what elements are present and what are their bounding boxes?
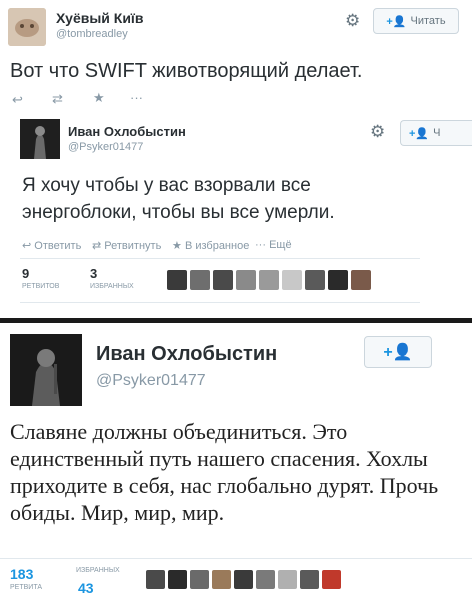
avatar[interactable] [300,570,319,589]
tweet-text: Вот что SWIFT животворящий делает. [10,60,363,82]
tweet-text: Славяне должны объединиться. Это единств… [10,419,439,525]
avatar[interactable] [234,570,253,589]
retweet-action[interactable]: ⇄ Ретвитнуть [92,239,161,252]
handle[interactable]: @Psyker01477 [68,141,143,153]
handle[interactable]: @Psyker01477 [96,372,206,390]
favorite-icon[interactable]: ★ [93,90,105,106]
divider [20,302,420,303]
avatar[interactable] [278,570,297,589]
divider [0,558,472,559]
follow-label: Читать [410,15,446,27]
gear-icon[interactable]: ⚙ [370,122,385,142]
avatar[interactable] [282,270,302,290]
follow-user-icon: +👤 [383,344,413,361]
avatar[interactable] [259,270,279,290]
reply-action[interactable]: ↩ Ответить [22,239,81,252]
avatar[interactable] [236,270,256,290]
more-action[interactable]: ··· Ещё [255,239,292,251]
favoriters-avatars[interactable] [146,570,366,592]
favorites-label: ИЗБРАННЫХ [90,283,134,290]
retweets-label: РЕТВИТОВ [22,283,60,290]
avatar[interactable] [146,570,165,589]
avatar[interactable] [305,270,325,290]
follow-label: Ч [433,127,441,139]
avatar[interactable] [190,570,209,589]
reply-icon[interactable]: ↩ [12,92,23,108]
avatar[interactable] [10,334,82,406]
avatar[interactable] [168,570,187,589]
favorites-count[interactable]: 43 [78,580,94,596]
avatar[interactable] [190,270,210,290]
retweet-icon[interactable]: ⇄ [52,91,63,107]
avatar[interactable] [167,270,187,290]
reply-icon: ↩ [22,240,32,252]
display-name[interactable]: Хуёвый Київ [56,10,143,26]
divider [20,258,420,259]
avatar[interactable] [8,8,46,46]
follow-user-icon: +👤 [409,127,430,140]
retweets-label: РЕТВИТА [10,584,43,591]
favorite-icon: ★ [172,240,182,252]
display-name[interactable]: Иван Охлобыстин [96,343,277,366]
favorite-action[interactable]: ★ В избранное [172,239,249,252]
favorites-label: ИЗБРАННЫХ [76,567,120,574]
avatar[interactable] [213,270,233,290]
tweet-text: Я хочу чтобы у вас взорвали все энергобл… [22,175,335,223]
display-name[interactable]: Иван Охлобыстин [68,124,186,139]
more-icon[interactable]: ··· [130,90,143,105]
handle[interactable]: @tombreadley [56,28,128,40]
retweet-icon: ⇄ [92,240,102,252]
retweets-count[interactable]: 9 [22,266,29,281]
follow-button[interactable]: +👤 [364,336,432,368]
avatar[interactable] [256,570,275,589]
favorites-count[interactable]: 3 [90,266,97,281]
more-icon: ··· [255,239,266,251]
gear-icon[interactable]: ⚙ [345,11,360,31]
section-divider [0,318,472,323]
avatar[interactable] [328,270,348,290]
retweets-count[interactable]: 183 [10,566,33,582]
follow-button[interactable]: +👤 Ч [400,120,472,146]
favoriters-avatars[interactable] [167,270,387,292]
avatar[interactable] [20,119,60,159]
avatar[interactable] [351,270,371,290]
follow-button[interactable]: +👤 Читать [373,8,459,34]
avatar[interactable] [212,570,231,589]
follow-user-icon: +👤 [386,15,407,28]
avatar[interactable] [322,570,341,589]
